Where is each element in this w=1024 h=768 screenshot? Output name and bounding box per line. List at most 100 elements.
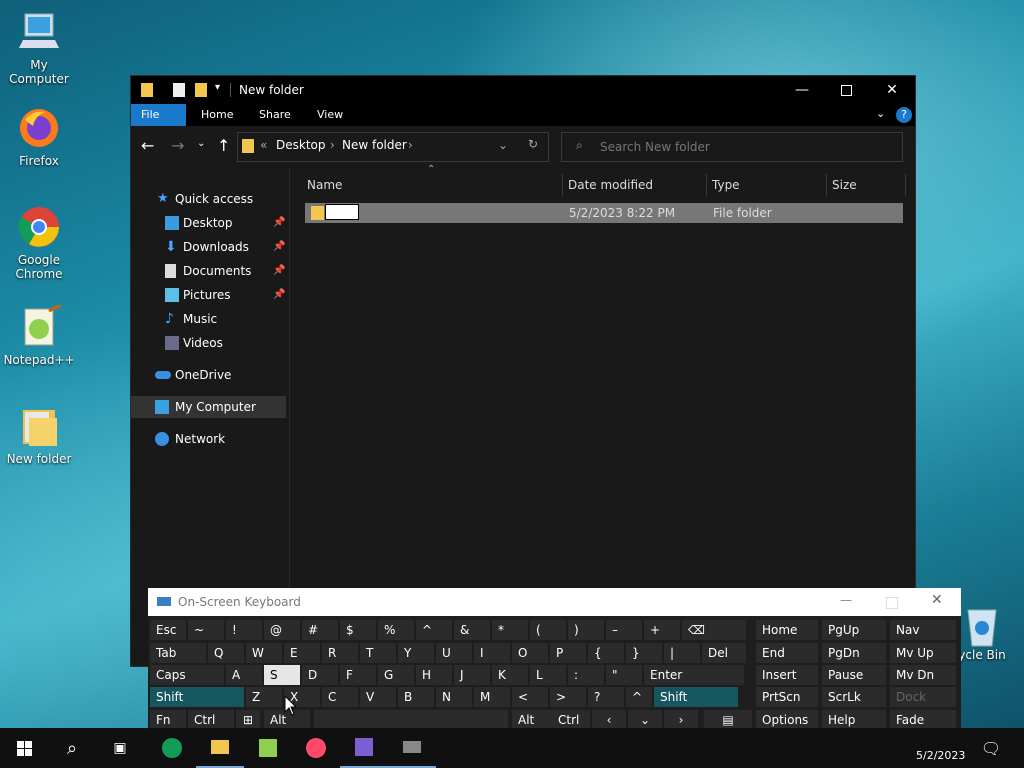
tab-file[interactable]: File [131, 104, 186, 126]
key[interactable]: Z [246, 687, 282, 707]
key[interactable]: & [454, 620, 490, 640]
key[interactable]: Shift [150, 687, 244, 707]
close-icon[interactable]: ✕ [931, 592, 943, 608]
nav-onedrive[interactable]: OneDrive [131, 364, 289, 386]
chevron-right-icon[interactable]: › [330, 138, 335, 152]
minimize-button[interactable]: — [779, 76, 825, 104]
key[interactable]: } [626, 643, 662, 663]
key[interactable]: { [588, 643, 624, 663]
key[interactable]: O [512, 643, 548, 663]
key[interactable]: % [378, 620, 414, 640]
search-box[interactable]: ⌕ [561, 132, 903, 162]
forward-arrow-icon[interactable]: → [171, 136, 184, 155]
taskbar-explorer[interactable] [196, 728, 244, 768]
nav-item-pictures[interactable]: Pictures 📌 [131, 284, 289, 306]
key[interactable]: W [246, 643, 282, 663]
maximize-button[interactable] [823, 76, 869, 104]
menu-icon[interactable]: ▤ [704, 710, 752, 730]
nav-item-documents[interactable]: Documents 📌 [131, 260, 289, 282]
notifications-button[interactable]: 🗨 [968, 728, 1014, 768]
nav-network[interactable]: Network [131, 428, 289, 450]
key[interactable]: Enter [644, 665, 744, 685]
arrow-right-icon[interactable]: › [664, 710, 698, 730]
column-separator[interactable] [905, 174, 906, 196]
key[interactable]: D [302, 665, 338, 685]
up-arrow-icon[interactable]: ↑ [217, 136, 230, 155]
start-button[interactable] [0, 728, 48, 768]
key[interactable]: Ctrl [188, 710, 234, 730]
key[interactable]: T [360, 643, 396, 663]
maximize-icon[interactable] [886, 597, 898, 609]
column-separator[interactable] [826, 174, 827, 196]
osk-title-bar[interactable]: On-Screen Keyboard — ✕ [148, 588, 961, 616]
key[interactable]: ( [530, 620, 566, 640]
properties-icon[interactable] [173, 83, 185, 97]
key[interactable]: Ctrl [552, 710, 590, 730]
breadcrumb-new-folder[interactable]: New folder [342, 138, 407, 152]
chevron-right-icon[interactable]: › [408, 138, 413, 152]
key[interactable]: J [454, 665, 490, 685]
desktop-icon-notepadpp[interactable]: Notepad++ [0, 303, 78, 367]
column-header-date[interactable]: Date modified [568, 174, 653, 196]
desktop-icon-chrome[interactable]: Google Chrome [0, 205, 78, 281]
nav-key[interactable]: Mv Dn [890, 665, 956, 685]
key[interactable]: Tab [150, 643, 206, 663]
nav-item-videos[interactable]: Videos [131, 332, 289, 354]
key[interactable]: K [492, 665, 528, 685]
nav-key[interactable]: Dock [890, 687, 956, 707]
arrow-down-icon[interactable]: ⌄ [628, 710, 662, 730]
nav-key[interactable]: Fade [890, 710, 956, 730]
pin-icon[interactable]: 📌 [273, 212, 285, 234]
customize-qat-icon[interactable]: ▾ [215, 82, 220, 93]
nav-key[interactable]: Home [756, 620, 818, 640]
windows-logo-icon[interactable]: ⊞ [236, 710, 260, 730]
nav-key[interactable]: Nav [890, 620, 956, 640]
tab-share[interactable]: Share [249, 104, 301, 126]
rename-field[interactable] [325, 204, 359, 220]
key[interactable]: ^ [416, 620, 452, 640]
spacebar[interactable] [314, 710, 508, 730]
new-folder-icon[interactable] [195, 83, 207, 97]
nav-key[interactable]: ScrLk [822, 687, 886, 707]
nav-key[interactable]: Help [822, 710, 886, 730]
nav-key[interactable]: PgDn [822, 643, 886, 663]
key[interactable]: A [226, 665, 262, 685]
table-row[interactable]: 5/2/2023 8:22 PM File folder [305, 203, 903, 223]
taskbar-notepadpp[interactable] [244, 728, 292, 768]
desktop-icon-my-computer[interactable]: My Computer [0, 10, 78, 86]
nav-key[interactable]: PgUp [822, 620, 886, 640]
key[interactable]: E [284, 643, 320, 663]
title-bar[interactable]: ▾ New folder — ✕ [131, 76, 915, 104]
key[interactable]: G [378, 665, 414, 685]
task-view-button[interactable]: ▣ [96, 728, 144, 768]
taskbar-app[interactable] [340, 728, 388, 768]
pin-icon[interactable]: 📌 [273, 236, 285, 258]
arrow-left-icon[interactable]: ‹ [592, 710, 626, 730]
key[interactable]: P [550, 643, 586, 663]
nav-item-downloads[interactable]: ⬇ Downloads 📌 [131, 236, 289, 258]
key[interactable]: – [606, 620, 642, 640]
search-button[interactable]: ⌕ [48, 728, 96, 768]
key[interactable]: * [492, 620, 528, 640]
key[interactable]: B [398, 687, 434, 707]
close-button[interactable]: ✕ [869, 76, 915, 104]
nav-key[interactable]: PrtScn [756, 687, 818, 707]
minimize-icon[interactable]: — [840, 593, 852, 607]
key[interactable]: V [360, 687, 396, 707]
refresh-icon[interactable]: ↻ [528, 137, 538, 151]
key[interactable]: : [568, 665, 604, 685]
tab-view[interactable]: View [307, 104, 353, 126]
key[interactable]: M [474, 687, 510, 707]
key[interactable]: C [322, 687, 358, 707]
key[interactable]: N [436, 687, 472, 707]
address-dropdown-icon[interactable]: ⌄ [498, 138, 508, 152]
desktop-icon-firefox[interactable]: Firefox [0, 106, 78, 168]
key[interactable]: U [436, 643, 472, 663]
key[interactable]: < [512, 687, 548, 707]
key[interactable]: ^ [626, 687, 652, 707]
recent-locations-icon[interactable]: ⌄ [197, 138, 205, 149]
nav-key[interactable]: Mv Up [890, 643, 956, 663]
key[interactable]: ) [568, 620, 604, 640]
key[interactable]: H [416, 665, 452, 685]
breadcrumb-desktop[interactable]: Desktop [276, 138, 326, 152]
